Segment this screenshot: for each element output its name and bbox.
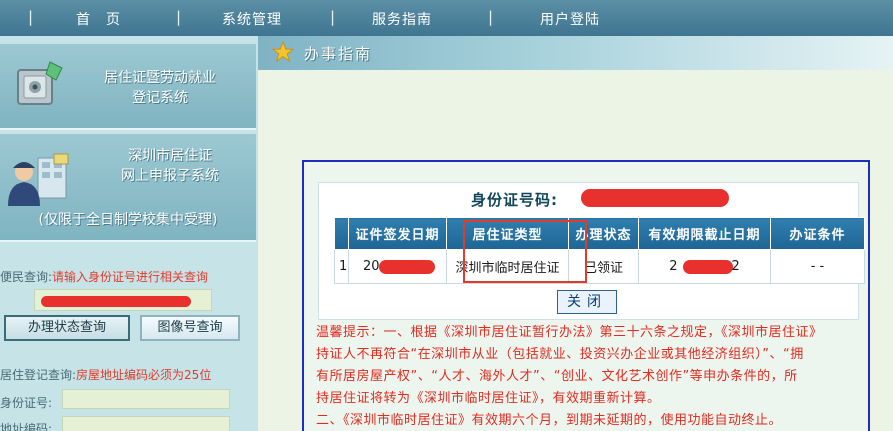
notice-text: 温馨提示：一、根据《深圳市居住证暂行办法》第三十六条之规定，《深圳市居住证》 持… <box>316 325 823 428</box>
nav-separator: | <box>330 8 336 26</box>
result-table: 证件签发日期 居住证类型 办理状态 有效期限截止日期 办证条件 1 20 深圳市… <box>334 217 865 284</box>
main-header: 办事指南 <box>258 36 893 70</box>
nav-user-login[interactable]: 用户登陆 <box>540 9 600 29</box>
star-icon <box>272 41 294 63</box>
photo-query-button[interactable]: 图像号查询 <box>140 315 240 341</box>
row-issue-date: 20 <box>348 249 447 284</box>
nav-system-management[interactable]: 系统管理 <box>222 9 282 29</box>
row-expiry-date: 22 <box>638 249 771 284</box>
id-number-input[interactable] <box>62 389 230 409</box>
top-nav: | 首 页 | 系统管理 | 服务指南 | 用户登陆 <box>0 0 893 36</box>
nav-home[interactable]: 首 页 <box>76 9 121 29</box>
police-officer-icon <box>4 152 70 210</box>
close-button[interactable]: 关闭 <box>557 290 617 314</box>
redaction-mark <box>379 260 435 274</box>
sidebar-panel-registration[interactable]: 居住证暨劳动就业 登记系统 <box>0 44 256 130</box>
id-number-label: 身份证号: <box>0 396 53 410</box>
sidebar: 居住证暨劳动就业 登记系统 深圳市居住证 网上申报子系统 (仅限于全日制学校集中… <box>0 36 258 431</box>
address-code-label: 地址编码: <box>0 422 53 431</box>
nav-separator: | <box>488 8 494 26</box>
status-query-button[interactable]: 办理状态查询 <box>4 315 130 341</box>
nav-separator: | <box>28 8 34 26</box>
highlight-box <box>463 220 587 283</box>
safe-icon <box>10 56 66 116</box>
redaction-mark <box>41 296 191 307</box>
nav-service-guide[interactable]: 服务指南 <box>372 9 432 29</box>
address-code-input[interactable] <box>62 416 230 431</box>
col-conditions: 办证条件 <box>770 217 865 250</box>
panel-subtitle: (仅限于全日制学校集中受理) <box>38 212 218 228</box>
id-query-input[interactable] <box>34 289 212 311</box>
sidebar-panel-online-report[interactable]: 深圳市居住证 网上申报子系统 (仅限于全日制学校集中受理) <box>0 134 256 242</box>
table-row: 1 20 深圳市临时居住证 已领证 22 - - <box>334 249 865 284</box>
residence-query-label: 居住登记查询:房屋地址编码必须为25位 <box>0 368 212 382</box>
row-conditions: - - <box>770 249 865 284</box>
quick-query-label: 便民查询:请输入身份证号进行相关查询 <box>0 270 209 284</box>
panel-title: 深圳市居住证 网上申报子系统 <box>121 148 219 184</box>
col-expiry-date: 有效期限截止日期 <box>638 217 771 250</box>
col-issue-date: 证件签发日期 <box>348 217 447 250</box>
page-title: 办事指南 <box>304 45 373 63</box>
col-index <box>334 217 349 250</box>
panel-title: 居住证暨劳动就业 登记系统 <box>104 70 216 106</box>
result-dialog: 身份证号码: 证件签发日期 居住证类型 办理状态 有效期限截止日期 办证条件 1… <box>302 160 870 431</box>
table-header-row: 证件签发日期 居住证类型 办理状态 有效期限截止日期 办证条件 <box>334 217 865 250</box>
nav-separator: | <box>176 8 182 26</box>
redaction-mark <box>581 189 729 207</box>
redaction-mark <box>683 260 733 274</box>
row-index: 1 <box>334 249 349 284</box>
